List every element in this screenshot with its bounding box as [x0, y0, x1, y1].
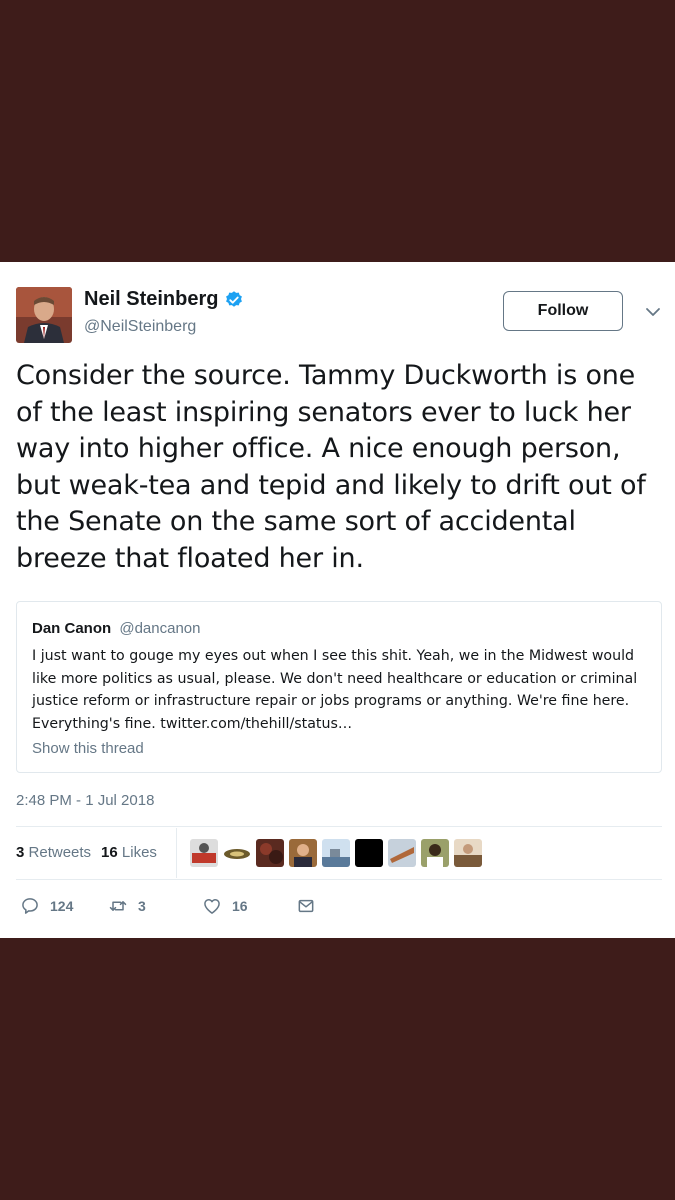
- liker-avatar[interactable]: [421, 839, 449, 867]
- liker-avatars: [190, 839, 482, 867]
- liker-avatar[interactable]: [322, 839, 350, 867]
- heart-icon: [204, 899, 220, 914]
- retweet-button[interactable]: 3: [108, 896, 202, 916]
- verified-badge-icon: [226, 290, 243, 307]
- liker-avatar[interactable]: [355, 839, 383, 867]
- quoted-author-name: Dan Canon: [32, 620, 112, 637]
- reply-button[interactable]: 124: [20, 896, 108, 916]
- likes-count: 16: [101, 844, 118, 861]
- chevron-down-icon[interactable]: [645, 304, 661, 320]
- author-handle[interactable]: @NeilSteinberg: [84, 318, 196, 336]
- author-name[interactable]: Neil Steinberg: [84, 288, 218, 311]
- retweet-count: 3: [138, 898, 146, 914]
- tweet-actions: 124 3 16: [20, 896, 316, 916]
- likes-label: Likes: [121, 844, 157, 861]
- liker-avatar[interactable]: [256, 839, 284, 867]
- liker-avatar[interactable]: [289, 839, 317, 867]
- divider: [16, 826, 662, 827]
- liker-avatar[interactable]: [190, 839, 218, 867]
- direct-message-button[interactable]: [296, 896, 316, 916]
- retweets-label: Retweets: [28, 844, 92, 861]
- reply-count: 124: [50, 898, 74, 914]
- liker-avatar[interactable]: [223, 839, 251, 867]
- likes-stat[interactable]: 16 Likes: [101, 844, 157, 861]
- divider: [16, 879, 662, 880]
- retweets-count: 3: [16, 844, 25, 861]
- follow-button[interactable]: Follow: [503, 291, 623, 331]
- quoted-tweet[interactable]: Dan Canon @dancanon I just want to gouge…: [16, 601, 662, 773]
- retweet-icon: [109, 901, 127, 911]
- like-count: 16: [232, 898, 248, 914]
- quoted-author-handle: @dancanon: [119, 620, 201, 637]
- retweets-stat[interactable]: 3 Retweets: [16, 844, 91, 861]
- liker-avatar[interactable]: [454, 839, 482, 867]
- stats-separator: [176, 828, 177, 878]
- quoted-tweet-text: I just want to gouge my eyes out when I …: [32, 648, 638, 732]
- reply-icon: [22, 898, 38, 914]
- author-avatar[interactable]: [16, 287, 72, 343]
- like-button[interactable]: 16: [202, 896, 296, 916]
- engagement-stats: 3 Retweets 16 Likes: [16, 844, 157, 861]
- show-thread-link[interactable]: Show this thread: [32, 740, 144, 757]
- tweet-text: Consider the source. Tammy Duckworth is …: [16, 360, 646, 574]
- tweet-timestamp[interactable]: 2:48 PM - 1 Jul 2018: [16, 792, 154, 809]
- liker-avatar[interactable]: [388, 839, 416, 867]
- envelope-icon: [298, 899, 314, 913]
